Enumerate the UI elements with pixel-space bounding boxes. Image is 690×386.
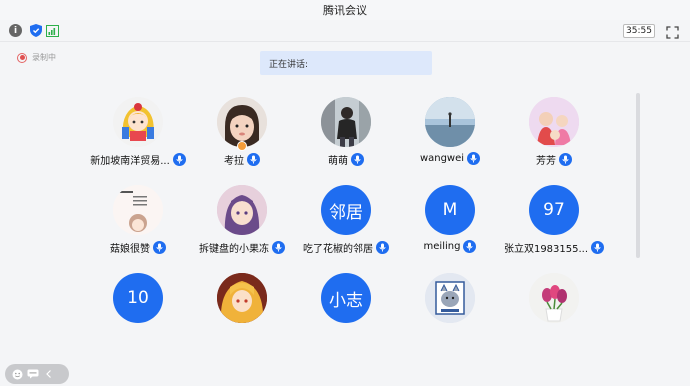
shield-icon[interactable] <box>29 24 42 37</box>
participant-name: 新加坡南洋贸易... <box>90 156 170 167</box>
avatar <box>425 273 475 323</box>
participant-name: 芳芳 <box>536 156 556 167</box>
avatar <box>425 97 475 147</box>
mic-icon[interactable] <box>463 240 477 253</box>
window-title: 腾讯会议 <box>323 4 367 17</box>
participant-tile[interactable]: wangwei <box>398 97 502 177</box>
recording-indicator[interactable]: 录制中 <box>17 52 56 63</box>
participant-name: 萌萌 <box>328 156 348 167</box>
participant-tile[interactable] <box>398 273 502 353</box>
participant-name-row: 考拉 <box>184 152 300 167</box>
participant-name: 吃了花椒的邻居 <box>303 244 373 255</box>
mic-icon[interactable] <box>559 153 572 166</box>
info-icon[interactable]: i <box>9 24 22 37</box>
speaking-banner: 正在讲话: <box>260 51 432 75</box>
participant-tile[interactable] <box>190 273 294 353</box>
avatar <box>321 97 371 147</box>
participant-name: wangwei <box>419 153 465 164</box>
participant-name: 菇娘很赞 <box>110 244 150 255</box>
avatar: 邻居 <box>321 185 371 235</box>
title-bar: 腾讯会议 <box>0 0 690 20</box>
participant-name-row: 萌萌 <box>288 152 404 167</box>
emoji-icon[interactable] <box>11 368 23 380</box>
mic-icon[interactable] <box>376 241 389 254</box>
avatar <box>217 185 267 235</box>
avatar: 小志 <box>321 273 371 323</box>
collapse-icon[interactable] <box>43 368 55 380</box>
avatar <box>529 97 579 147</box>
participant-tile[interactable]: 新加坡南洋贸易... <box>86 97 190 177</box>
mic-icon[interactable] <box>591 241 605 254</box>
avatar <box>217 273 267 323</box>
participant-name: 张立双1983155... <box>503 244 589 255</box>
recording-label: 录制中 <box>32 53 56 62</box>
participant-tile[interactable]: 拆键盘的小果冻 <box>190 185 294 265</box>
participant-name: 考拉 <box>224 156 244 167</box>
participant-tile[interactable]: 小志 <box>294 273 398 353</box>
participant-name-row: 张立双1983155... <box>496 240 612 255</box>
avatar <box>113 97 163 147</box>
participant-tile[interactable]: 97 张立双1983155... <box>502 185 606 265</box>
participant-name-row: 新加坡南洋贸易... <box>80 152 196 167</box>
participant-name-row: 拆键盘的小果冻 <box>184 240 300 255</box>
participant-tile[interactable] <box>502 273 606 353</box>
participant-tile[interactable]: 考拉 <box>190 97 294 177</box>
participant-tile[interactable]: 芳芳 <box>502 97 606 177</box>
signal-icon[interactable] <box>46 24 59 37</box>
participant-name: meiling <box>423 241 461 252</box>
meeting-toolbar: i 35:55 <box>0 20 690 42</box>
avatar <box>529 273 579 323</box>
participant-name-row: 吃了花椒的邻居 <box>288 240 404 255</box>
participant-name-row: 菇娘很赞 <box>80 240 196 255</box>
avatar <box>217 97 267 147</box>
scrollbar[interactable] <box>636 93 640 258</box>
avatar: 97 <box>529 185 579 235</box>
participant-tile[interactable]: 10 <box>86 273 190 353</box>
bottom-control-bar <box>5 364 69 384</box>
participant-name-row: wangwei <box>392 152 508 165</box>
mic-icon[interactable] <box>351 153 364 166</box>
participant-name-row: meiling <box>392 240 508 253</box>
avatar <box>113 185 163 235</box>
participant-tile[interactable]: 萌萌 <box>294 97 398 177</box>
participant-tile[interactable]: 菇娘很赞 <box>86 185 190 265</box>
host-badge <box>237 141 247 151</box>
speaking-label: 正在讲话: <box>269 59 309 70</box>
participant-name-row: 芳芳 <box>496 152 612 167</box>
chat-icon[interactable] <box>27 368 39 380</box>
mic-icon[interactable] <box>153 241 166 254</box>
meeting-timer: 35:55 <box>623 24 655 38</box>
participant-tile[interactable]: M meiling <box>398 185 502 265</box>
avatar: 10 <box>113 273 163 323</box>
record-icon <box>17 52 27 63</box>
mic-icon[interactable] <box>467 152 481 165</box>
fullscreen-icon[interactable] <box>666 24 679 39</box>
avatar: M <box>425 185 475 235</box>
mic-icon[interactable] <box>247 153 260 166</box>
participant-name: 拆键盘的小果冻 <box>199 244 269 255</box>
participant-tile[interactable]: 邻居 吃了花椒的邻居 <box>294 185 398 265</box>
mic-icon[interactable] <box>272 241 285 254</box>
